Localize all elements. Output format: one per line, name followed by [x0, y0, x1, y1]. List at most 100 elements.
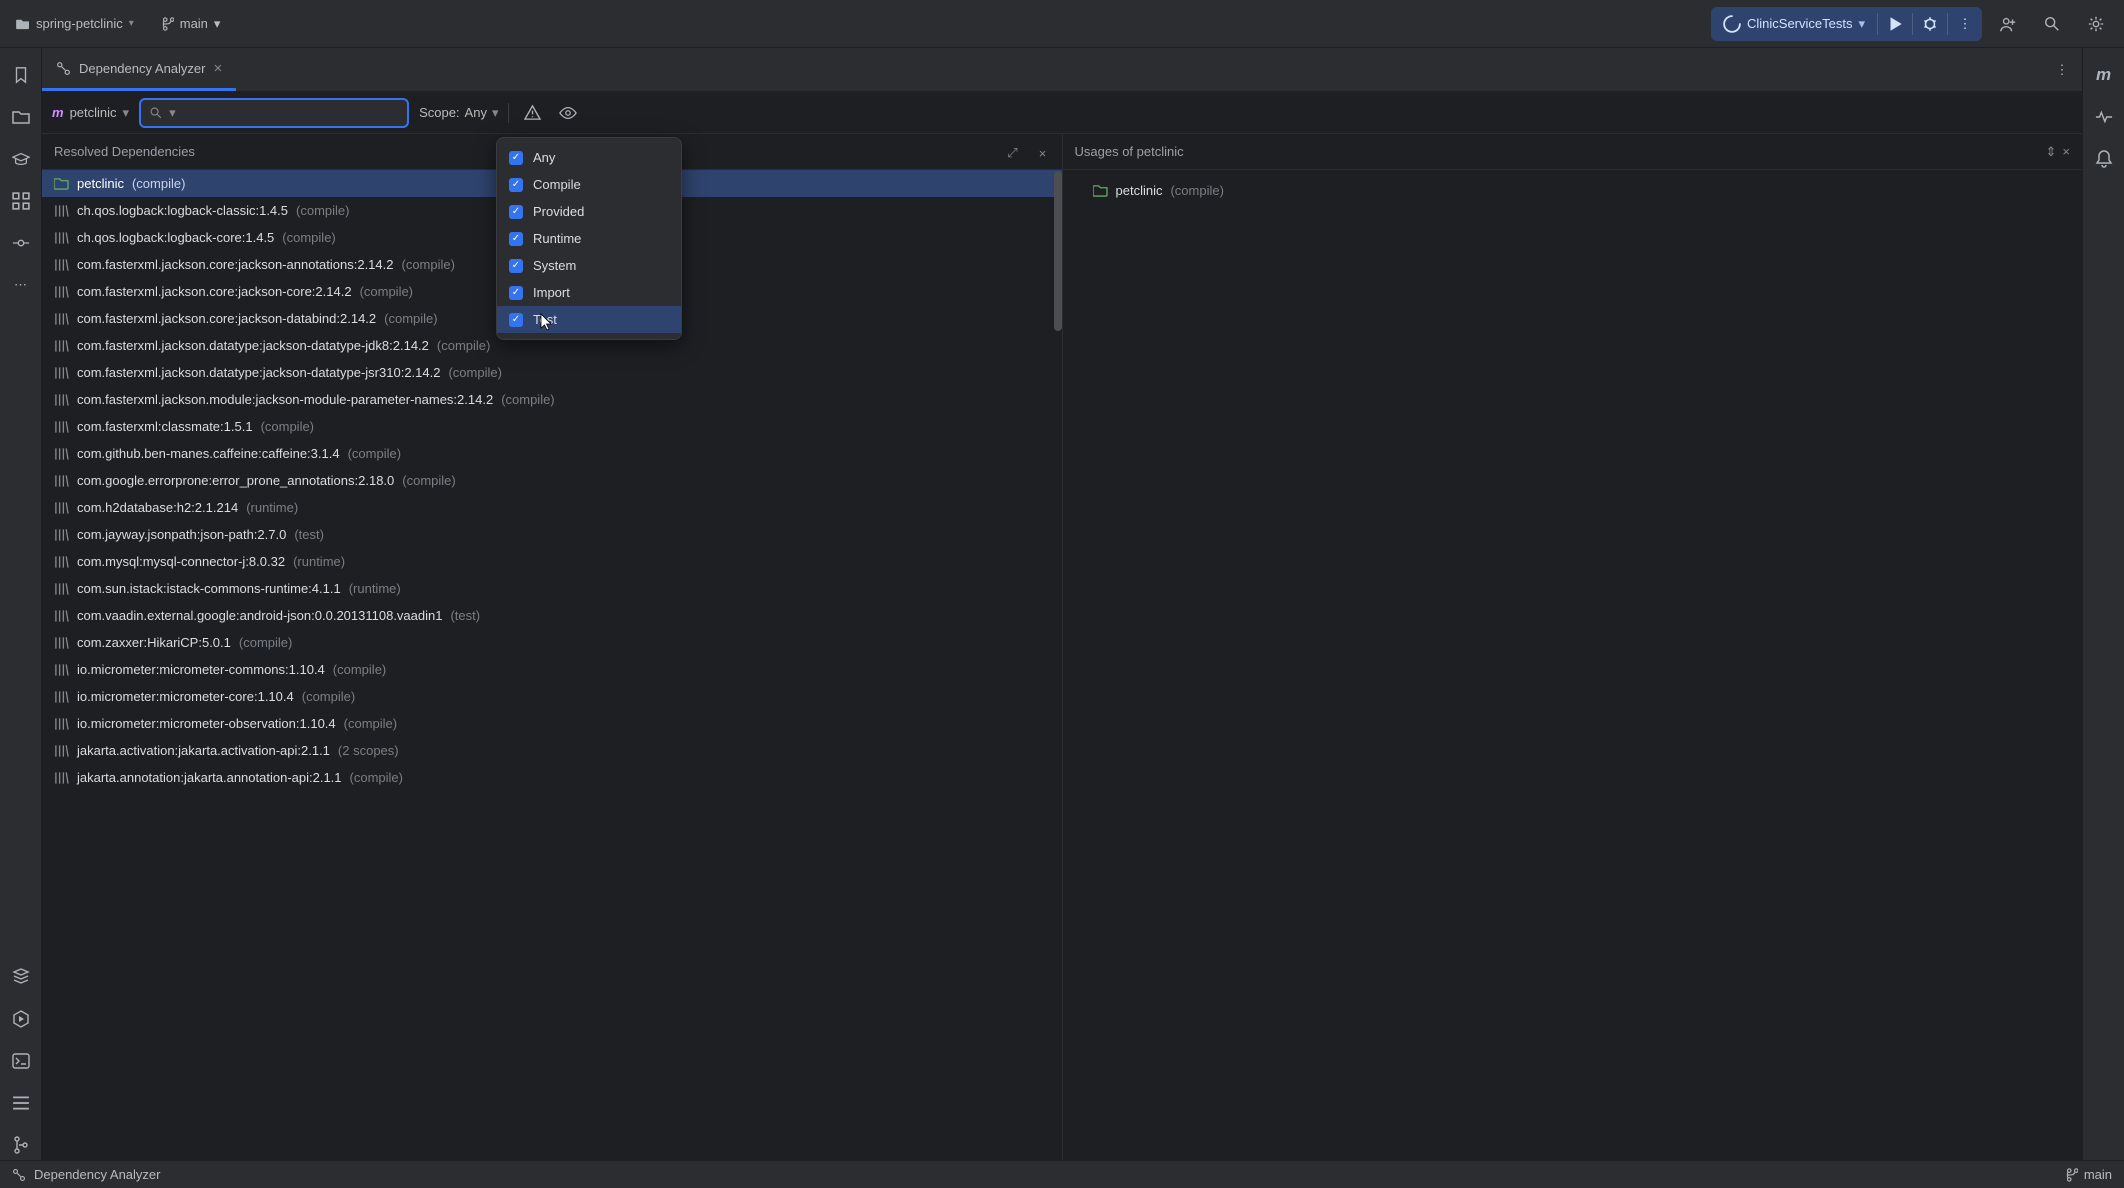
library-icon [54, 555, 69, 569]
dependency-row[interactable]: com.sun.istack:istack-commons-runtime:4.… [42, 575, 1062, 602]
dependency-row[interactable]: com.mysql:mysql-connector-j:8.0.32 (runt… [42, 548, 1062, 575]
dependency-name: com.fasterxml.jackson.module:jackson-mod… [77, 392, 493, 407]
profiler-tool[interactable] [2089, 102, 2119, 132]
scope-option[interactable]: ✓Import [497, 279, 681, 306]
scope-selector[interactable]: Scope: Any ▾ [419, 105, 498, 121]
dependency-scope: (compile) [448, 365, 501, 380]
library-icon [54, 393, 69, 407]
dependency-row[interactable]: jakarta.annotation:jakarta.annotation-ap… [42, 764, 1062, 791]
dependency-row[interactable]: io.micrometer:micrometer-core:1.10.4 (co… [42, 683, 1062, 710]
expand-usages-button[interactable]: ⇕ [2046, 144, 2057, 160]
status-left-text[interactable]: Dependency Analyzer [34, 1167, 160, 1182]
more-tool[interactable]: ⋯ [6, 270, 36, 300]
dependency-name: com.google.errorprone:error_prone_annota… [77, 473, 394, 488]
debug-button[interactable] [1913, 7, 1947, 41]
project-selector[interactable]: spring-petclinic ▾ [10, 12, 140, 35]
vcs-branch-selector[interactable]: main ▾ [154, 12, 227, 36]
dependency-row[interactable]: com.fasterxml:classmate:1.5.1 (compile) [42, 413, 1062, 440]
structure-tool[interactable] [6, 186, 36, 216]
dependency-row[interactable]: com.fasterxml.jackson.datatype:jackson-d… [42, 359, 1062, 386]
terminal-tool[interactable] [6, 1046, 36, 1076]
close-pane-button[interactable]: × [1032, 142, 1054, 164]
search-field-wrap: ▾ [139, 98, 409, 128]
todo-tool[interactable] [6, 1088, 36, 1118]
vcs-tool[interactable] [6, 1130, 36, 1160]
services-tool[interactable] [6, 1004, 36, 1034]
maven-badge-icon: m [52, 105, 64, 120]
close-usages-button[interactable]: × [2062, 144, 2070, 159]
checkbox-icon: ✓ [509, 178, 523, 192]
search-everywhere-button[interactable] [2034, 6, 2070, 42]
chevron-down-icon[interactable]: ▾ [169, 105, 176, 121]
commit-tool[interactable] [6, 228, 36, 258]
hexagon-play-icon [12, 1010, 30, 1028]
dependency-scope: (test) [450, 608, 480, 623]
status-branch[interactable]: main [2084, 1167, 2112, 1182]
dependency-scope: (compile) [402, 257, 455, 272]
folder-icon [16, 18, 30, 30]
code-with-me-button[interactable] [1990, 6, 2026, 42]
checkbox-icon: ✓ [509, 259, 523, 273]
scope-option[interactable]: ✓Compile [497, 171, 681, 198]
dependency-scope: (2 scopes) [338, 743, 399, 758]
dependency-name: com.fasterxml.jackson.core:jackson-datab… [77, 311, 376, 326]
graduation-icon [12, 150, 30, 168]
dependency-row[interactable]: io.micrometer:micrometer-commons:1.10.4 … [42, 656, 1062, 683]
terminal-icon [12, 1052, 30, 1070]
scope-option[interactable]: ✓Runtime [497, 225, 681, 252]
module-selector[interactable]: m petclinic ▾ [52, 105, 129, 121]
left-tool-rail: ⋯ [0, 48, 42, 1160]
tab-title: Dependency Analyzer [79, 61, 205, 76]
commit-icon [12, 234, 30, 252]
run-more-button[interactable]: ⋮ [1948, 7, 1982, 41]
notifications-tool[interactable] [2089, 144, 2119, 174]
bookmark-icon [12, 66, 30, 84]
close-icon[interactable]: × [213, 60, 222, 77]
scrollbar-thumb[interactable] [1054, 171, 1062, 331]
project-tool[interactable] [6, 102, 36, 132]
dependency-row[interactable]: com.h2database:h2:2.1.214 (runtime) [42, 494, 1062, 521]
scope-option-label: Provided [533, 204, 584, 219]
show-conflicts-button[interactable] [519, 100, 545, 126]
bookmarks-tool[interactable] [6, 60, 36, 90]
dependency-scope: (compile) [132, 176, 185, 191]
usage-scope: (compile) [1170, 183, 1223, 198]
dependency-name: com.fasterxml.jackson.core:jackson-annot… [77, 257, 394, 272]
dependency-row[interactable]: com.jayway.jsonpath:json-path:2.7.0 (tes… [42, 521, 1062, 548]
run-button[interactable] [1878, 7, 1912, 41]
dependency-scope: (runtime) [293, 554, 345, 569]
learn-tool[interactable] [6, 144, 36, 174]
dependency-row[interactable]: com.google.errorprone:error_prone_annota… [42, 467, 1062, 494]
dependency-row[interactable]: com.fasterxml.jackson.module:jackson-mod… [42, 386, 1062, 413]
library-icon [54, 366, 69, 380]
dependency-name: com.fasterxml.jackson.datatype:jackson-d… [77, 365, 440, 380]
search-input[interactable] [182, 105, 399, 120]
scope-option[interactable]: ✓Test [497, 306, 681, 333]
dependency-scope: (runtime) [349, 581, 401, 596]
scope-option[interactable]: ✓Provided [497, 198, 681, 225]
dependency-name: jakarta.activation:jakarta.activation-ap… [77, 743, 330, 758]
database-tool[interactable] [6, 962, 36, 992]
settings-button[interactable] [2078, 6, 2114, 42]
dependency-row[interactable]: jakarta.activation:jakarta.activation-ap… [42, 737, 1062, 764]
maven-tool[interactable]: m [2089, 60, 2119, 90]
scope-option[interactable]: ✓Any [497, 144, 681, 171]
show-groups-button[interactable] [555, 100, 581, 126]
eye-icon [559, 106, 577, 120]
dependency-row[interactable]: com.zaxxer:HikariCP:5.0.1 (compile) [42, 629, 1062, 656]
expand-all-button[interactable]: ⤢ [1002, 142, 1024, 164]
dependency-row[interactable]: com.github.ben-manes.caffeine:caffeine:3… [42, 440, 1062, 467]
dependency-name: com.vaadin.external.google:android-json:… [77, 608, 442, 623]
usage-row[interactable]: petclinic (compile) [1063, 176, 2083, 204]
dependency-row[interactable]: io.micrometer:micrometer-observation:1.1… [42, 710, 1062, 737]
run-config-selector[interactable]: ClinicServiceTests ▾ [1711, 15, 1877, 33]
tab-dependency-analyzer[interactable]: Dependency Analyzer × [42, 48, 236, 91]
chevron-down-icon: ▾ [1858, 16, 1865, 32]
dependency-row[interactable]: com.vaadin.external.google:android-json:… [42, 602, 1062, 629]
dependency-scope: (compile) [239, 635, 292, 650]
scope-label: Scope: [419, 105, 459, 120]
list-icon [12, 1094, 30, 1112]
scope-option[interactable]: ✓System [497, 252, 681, 279]
tabs-menu-button[interactable]: ⋮ [2042, 48, 2082, 91]
checkbox-icon: ✓ [509, 313, 523, 327]
